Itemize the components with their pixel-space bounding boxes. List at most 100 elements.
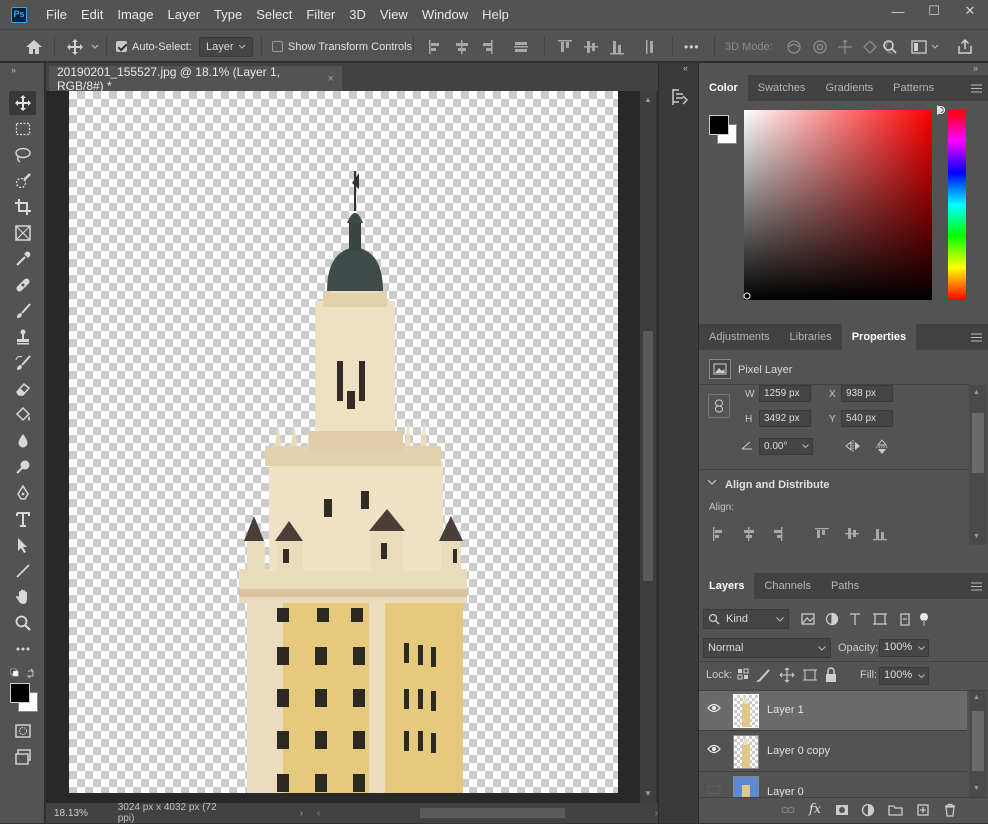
layer-row-layer-0-copy[interactable]: Layer 0 copy (699, 732, 967, 772)
blend-mode-dropdown[interactable]: Normal (703, 638, 831, 658)
tab-paths[interactable]: Paths (821, 573, 869, 599)
menu-3d[interactable]: 3D (342, 0, 373, 29)
layers-panel-menu-icon[interactable] (971, 573, 983, 599)
delete-layer-icon[interactable] (943, 803, 957, 817)
visibility-eye-icon[interactable] (707, 703, 721, 713)
workspace-icon[interactable] (910, 30, 940, 63)
color-panel-foreground-swatch[interactable] (709, 115, 729, 135)
scroll-down-icon[interactable]: ▼ (644, 789, 652, 798)
flip-horizontal-icon[interactable] (845, 439, 861, 453)
layer-filter-kind-dropdown[interactable]: Kind (703, 609, 789, 629)
auto-select-toggle[interactable]: Auto-Select: (116, 30, 192, 63)
hue-slider-handle[interactable] (937, 105, 944, 115)
tab-libraries[interactable]: Libraries (780, 324, 842, 350)
foreground-color-swatch[interactable] (10, 683, 30, 703)
screen-mode-icon[interactable] (9, 745, 36, 769)
history-panel-icon[interactable] (669, 86, 689, 108)
search-icon[interactable] (882, 30, 898, 63)
paint-bucket-tool-icon[interactable] (9, 403, 36, 427)
move-tool-preset-icon[interactable] (66, 30, 100, 63)
eraser-tool-icon[interactable] (9, 377, 36, 401)
crop-tool-icon[interactable] (9, 195, 36, 219)
hue-slider[interactable] (948, 110, 966, 300)
y-input[interactable]: 540 px (841, 410, 893, 427)
tab-swatches[interactable]: Swatches (748, 75, 816, 101)
layer-name[interactable]: Layer 0 (767, 786, 804, 797)
show-transform-toggle[interactable]: Show Transform Controls (272, 30, 412, 63)
tab-properties[interactable]: Properties (841, 324, 917, 350)
visibility-eye-icon[interactable] (707, 785, 721, 795)
layer-name[interactable]: Layer 1 (767, 704, 804, 716)
swap-colors-icon[interactable] (10, 668, 36, 680)
type-tool-icon[interactable] (9, 507, 36, 531)
zoom-level[interactable]: 18.13% (54, 808, 112, 819)
adjustment-layer-icon[interactable] (861, 803, 875, 817)
tab-patterns[interactable]: Patterns (883, 75, 944, 101)
dodge-tool-icon[interactable] (9, 455, 36, 479)
new-group-icon[interactable] (888, 803, 903, 817)
menu-window[interactable]: Window (415, 0, 475, 29)
pen-tool-icon[interactable] (9, 481, 36, 505)
lasso-tool-icon[interactable] (9, 143, 36, 167)
tab-gradients[interactable]: Gradients (815, 75, 883, 101)
healing-brush-tool-icon[interactable] (9, 273, 36, 297)
menu-edit[interactable]: Edit (74, 0, 110, 29)
quick-selection-tool-icon[interactable] (9, 169, 36, 193)
collapse-panels-icon[interactable]: » (973, 63, 978, 73)
close-document-icon[interactable]: × (328, 73, 334, 85)
path-selection-tool-icon[interactable] (9, 533, 36, 557)
horizontal-scroll-thumb[interactable] (420, 808, 565, 818)
align-section-title[interactable]: Align and Distribute (725, 479, 830, 491)
quick-mask-icon[interactable] (9, 719, 36, 743)
line-tool-icon[interactable] (9, 559, 36, 583)
properties-scrollbar[interactable]: ▲ ▼ (969, 385, 987, 545)
minimize-button[interactable]: — (880, 0, 916, 22)
brush-tool-icon[interactable] (9, 299, 36, 323)
marquee-tool-icon[interactable] (9, 117, 36, 141)
zoom-tool-icon[interactable] (9, 611, 36, 635)
collapse-strip-icon[interactable]: « (683, 63, 688, 73)
angle-input[interactable]: 0.00° (759, 438, 813, 455)
link-layers-icon[interactable] (781, 803, 795, 817)
menu-select[interactable]: Select (249, 0, 299, 29)
flip-vertical-icon[interactable] (875, 439, 889, 455)
color-panel-menu-icon[interactable] (971, 75, 983, 101)
blur-tool-icon[interactable] (9, 429, 36, 453)
menu-image[interactable]: Image (110, 0, 160, 29)
height-input[interactable]: 3492 px (759, 410, 811, 427)
add-layer-style-button[interactable]: fx (809, 802, 821, 817)
canvas-vertical-scrollbar[interactable]: ▲ ▼ (640, 91, 656, 803)
x-input[interactable]: 938 px (841, 385, 893, 402)
layer-name[interactable]: Layer 0 copy (767, 745, 830, 757)
properties-panel-menu-icon[interactable] (971, 324, 983, 350)
opacity-input[interactable]: 100% (879, 639, 929, 657)
edit-toolbar-icon[interactable] (9, 637, 36, 661)
close-window-button[interactable]: ✕ (952, 0, 988, 22)
scroll-up-icon[interactable]: ▲ (644, 95, 652, 104)
document-tab[interactable]: 20190201_155527.jpg @ 18.1% (Layer 1, RG… (49, 65, 342, 93)
scroll-thumb[interactable] (643, 331, 653, 581)
auto-select-target-dropdown[interactable]: Layer (199, 36, 253, 57)
tab-color[interactable]: Color (699, 75, 748, 101)
eyedropper-tool-icon[interactable] (9, 247, 36, 271)
menu-file[interactable]: File (39, 0, 74, 29)
visibility-eye-icon[interactable] (707, 744, 721, 754)
hand-tool-icon[interactable] (9, 585, 36, 609)
link-dimensions-icon[interactable] (708, 394, 730, 418)
history-brush-tool-icon[interactable] (9, 351, 36, 375)
fill-input[interactable]: 100% (879, 667, 929, 685)
scroll-left-icon[interactable]: ‹ (317, 808, 320, 819)
tab-layers[interactable]: Layers (699, 573, 755, 599)
auto-select-checkbox[interactable] (116, 41, 127, 52)
move-tool-icon[interactable] (9, 91, 36, 115)
add-mask-icon[interactable] (835, 803, 849, 817)
color-field-picker[interactable] (744, 106, 945, 300)
menu-layer[interactable]: Layer (161, 0, 208, 29)
tab-channels[interactable]: Channels (754, 573, 820, 599)
width-input[interactable]: 1259 px (759, 385, 811, 402)
clone-stamp-tool-icon[interactable] (9, 325, 36, 349)
layer-row-layer-1[interactable]: Layer 1 (699, 691, 967, 731)
home-icon[interactable] (24, 30, 44, 63)
frame-tool-icon[interactable] (9, 221, 36, 245)
menu-filter[interactable]: Filter (299, 0, 342, 29)
